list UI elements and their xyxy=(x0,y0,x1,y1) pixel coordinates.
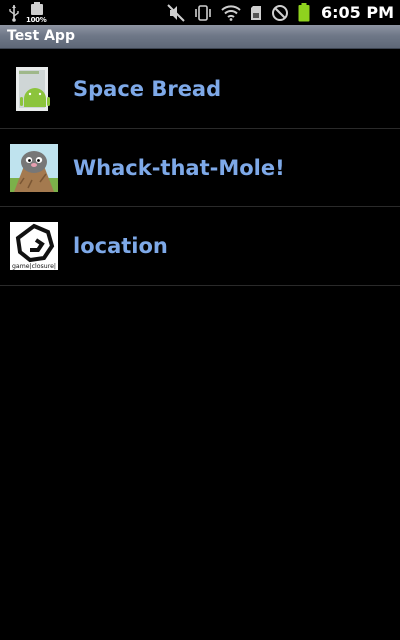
app-title: Test App xyxy=(7,28,75,44)
app-label: Whack-that-Mole! xyxy=(73,155,285,180)
app-list: Space Bread Whack-that-Mole! game|closur… xyxy=(0,50,400,286)
icon-caption: game|closure| xyxy=(12,263,56,270)
battery-icon xyxy=(298,3,310,22)
status-clock: 6:05 PM xyxy=(320,3,394,22)
app-label: location xyxy=(73,234,168,258)
status-right-icons: 6:05 PM xyxy=(167,0,394,25)
battery-full-icon: 100% xyxy=(26,2,47,24)
usb-icon xyxy=(9,4,19,22)
blocked-icon xyxy=(271,4,288,21)
wifi-icon xyxy=(221,5,241,21)
status-bar: 100% 6:05 PM xyxy=(0,0,400,25)
list-item-space-bread[interactable]: Space Bread xyxy=(0,50,400,129)
mute-icon xyxy=(167,3,185,22)
mole-icon xyxy=(10,143,58,192)
vibrate-icon xyxy=(195,4,211,21)
android-package-icon xyxy=(16,67,50,111)
game-closure-icon: game|closure| xyxy=(10,222,58,270)
sd-card-icon xyxy=(250,5,261,20)
list-item-whack-that-mole[interactable]: Whack-that-Mole! xyxy=(0,129,400,207)
battery-percent: 100% xyxy=(26,16,47,24)
title-bar: Test App xyxy=(0,25,400,49)
status-left-icons: 100% xyxy=(8,2,47,24)
app-label: Space Bread xyxy=(73,77,222,101)
list-item-location[interactable]: game|closure| location xyxy=(0,207,400,286)
